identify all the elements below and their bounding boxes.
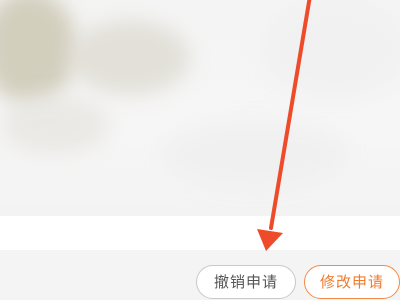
- blurred-shape: [70, 20, 190, 95]
- blurred-content-area: [0, 0, 400, 216]
- modify-application-button[interactable]: 修改申请: [304, 265, 400, 299]
- cancel-application-button[interactable]: 撤销申请: [196, 265, 296, 299]
- blurred-image: [0, 0, 77, 105]
- blurred-shape: [260, 0, 400, 100]
- blurred-shape: [0, 95, 110, 155]
- app-screen: 撤销申请 修改申请: [0, 0, 400, 300]
- blurred-shape: [160, 120, 350, 190]
- content-divider: [0, 216, 400, 248]
